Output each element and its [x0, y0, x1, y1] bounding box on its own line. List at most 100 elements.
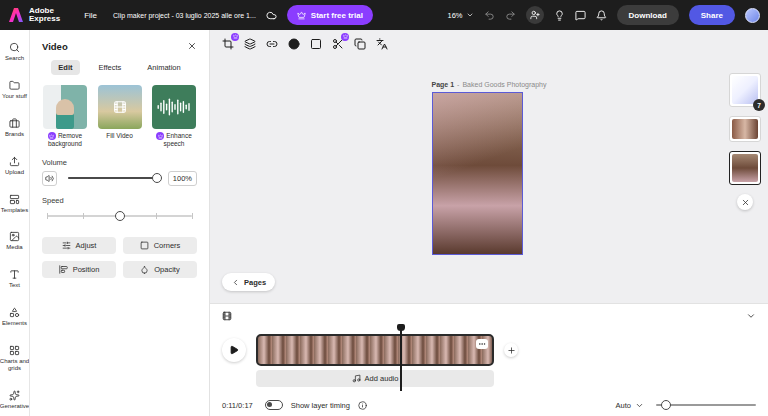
page-canvas[interactable]: [432, 92, 523, 255]
sidebar-item[interactable]: Templates: [0, 194, 30, 214]
close-icon[interactable]: [187, 41, 197, 51]
sidebar-item[interactable]: Upload: [0, 156, 30, 176]
panel-title: Video: [42, 41, 68, 52]
comment-icon[interactable]: [575, 10, 586, 21]
sidebar-item[interactable]: Elements: [0, 307, 30, 327]
panel-tab[interactable]: Edit: [51, 60, 79, 75]
download-button[interactable]: Download: [617, 5, 679, 25]
share-button[interactable]: Share: [689, 5, 735, 25]
chevron-down-icon[interactable]: [746, 311, 756, 321]
panel-button[interactable]: Corners: [123, 237, 197, 254]
sidebar-item[interactable]: Generative: [0, 390, 30, 410]
close-pages-button[interactable]: [737, 194, 753, 210]
layer-timing-label: Show layer timing: [291, 401, 350, 410]
quick-action-card[interactable]: Remove background: [42, 85, 88, 148]
bell-icon[interactable]: [596, 10, 607, 21]
sidebar-item[interactable]: Media: [0, 231, 30, 251]
link-icon: [266, 38, 278, 50]
volume-row: 100%: [42, 171, 197, 186]
toolbar-tool[interactable]: [332, 38, 344, 50]
zoom-mode-dropdown[interactable]: Auto: [616, 401, 644, 410]
waveform-icon: [157, 97, 191, 117]
canvas-toolbar: [210, 30, 768, 51]
time-readout: 0:11/0:17: [222, 401, 253, 410]
plus-icon: [507, 346, 516, 355]
quick-action-thumbnail: [98, 85, 142, 129]
adobe-express-logo-icon[interactable]: [8, 7, 24, 23]
toolbar-tool[interactable]: [354, 38, 366, 50]
panel-tabs: Edit Effects Animation: [42, 60, 197, 75]
speaker-icon: [45, 174, 54, 183]
toolbar-tool[interactable]: [310, 38, 322, 50]
invite-button[interactable]: [526, 6, 544, 24]
circle-icon: [288, 38, 300, 50]
folder-icon: [9, 80, 20, 91]
info-icon[interactable]: [358, 401, 367, 410]
toolbar-tool[interactable]: [222, 38, 234, 50]
layers-icon: [244, 38, 256, 50]
volume-reading[interactable]: 100%: [168, 171, 197, 186]
chevron-down-icon: [466, 11, 474, 19]
page-thumbnail[interactable]: [729, 116, 761, 142]
volume-label: Volume: [42, 158, 197, 167]
panel-tab[interactable]: Effects: [92, 60, 129, 75]
chevron-left-icon: [231, 278, 240, 287]
sidebar-item[interactable]: Brands: [0, 118, 30, 138]
speed-slider[interactable]: [47, 215, 192, 217]
volume-slider[interactable]: [68, 177, 157, 179]
panel-button[interactable]: Adjust: [42, 237, 116, 254]
playhead[interactable]: [400, 325, 402, 391]
crown-icon: [233, 34, 238, 39]
droplet-icon: [140, 265, 149, 274]
document-title[interactable]: Clip maker project - 03 luglio 2025 alle…: [113, 12, 256, 19]
video-clip[interactable]: [256, 334, 494, 366]
lightbulb-icon[interactable]: [554, 10, 565, 21]
add-clip-button[interactable]: [504, 343, 518, 357]
page-count-badge: 7: [753, 99, 765, 111]
quick-action-card[interactable]: Fill Video: [97, 85, 143, 148]
sidebar-item[interactable]: Search: [0, 42, 30, 62]
template-icon: [9, 194, 20, 205]
crown-icon: [158, 134, 163, 139]
panel-button[interactable]: Opacity: [123, 261, 197, 278]
clip-menu-button[interactable]: [476, 339, 488, 349]
page-thumbnail[interactable]: 7: [729, 73, 761, 107]
mute-button[interactable]: [42, 171, 57, 186]
undo-icon[interactable]: [484, 10, 495, 21]
brand[interactable]: AdobeExpress: [29, 7, 60, 24]
toolbar-tool[interactable]: [266, 38, 278, 50]
page-thumbnail[interactable]: [729, 151, 761, 185]
layer-timing-toggle[interactable]: [265, 400, 283, 410]
timeline: Add audio 0:11/0:17 Show layer timing Auto: [210, 303, 768, 416]
page-label: Page 1-Baked Goods Photography: [432, 81, 547, 88]
toolbar-tool[interactable]: [244, 38, 256, 50]
clip-track-icon[interactable]: [222, 311, 232, 321]
redo-icon[interactable]: [505, 10, 516, 21]
pages-button[interactable]: Pages: [222, 273, 275, 291]
timeline-zoom-slider[interactable]: [656, 404, 756, 406]
file-menu[interactable]: File: [84, 11, 97, 20]
sidebar-item[interactable]: Your stuff: [0, 80, 30, 100]
sparkles-icon: [9, 390, 20, 401]
zoom-dropdown[interactable]: 16%: [448, 11, 474, 20]
top-bar: AdobeExpress File Clip maker project - 03 …: [0, 0, 768, 30]
add-audio-button[interactable]: Add audio: [256, 370, 494, 387]
panel-tab[interactable]: Animation: [140, 60, 187, 75]
play-button[interactable]: [222, 338, 246, 362]
premium-badge: [231, 33, 239, 41]
sidebar-item[interactable]: Charts and grids: [0, 345, 30, 372]
toolbar-tool[interactable]: [288, 38, 300, 50]
sidebar: Search Your stuff Brands Upload Templates Med…: [0, 30, 30, 416]
sidebar-item[interactable]: Text: [0, 269, 30, 289]
quick-action-card[interactable]: Enhance speech: [151, 85, 197, 148]
crown-icon: [49, 134, 54, 139]
user-avatar[interactable]: [745, 8, 760, 23]
grid-icon: [9, 345, 20, 356]
panel-button[interactable]: Position: [42, 261, 116, 278]
app-window: AdobeExpress File Clip maker project - 03 …: [0, 0, 768, 416]
shapes-icon: [9, 307, 20, 318]
start-trial-button[interactable]: Start free trial: [287, 5, 373, 25]
speed-row: [42, 209, 197, 223]
copy-icon: [354, 38, 366, 50]
toolbar-tool[interactable]: [376, 38, 388, 50]
